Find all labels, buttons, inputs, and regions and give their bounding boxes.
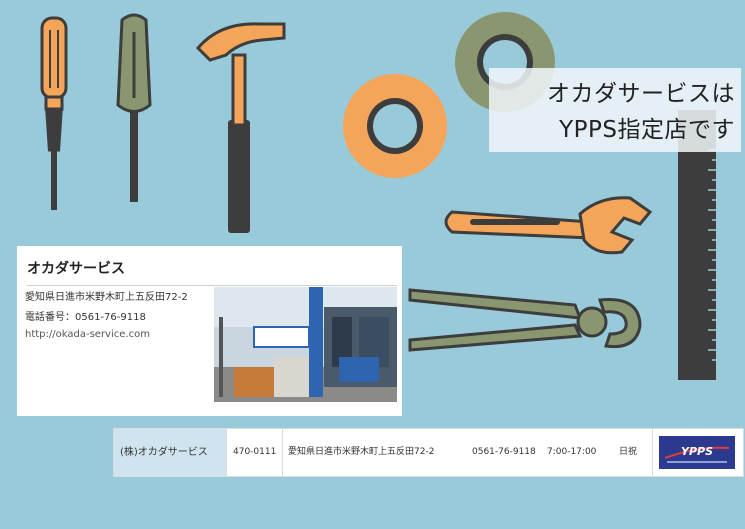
- shop-card: オカダサービス 愛知県日進市米野木町上五反田72-2 電話番号：0561-76-…: [17, 246, 402, 416]
- table-cell-phone: 0561-76-9118: [472, 447, 536, 457]
- table-cell-postal: 470-0111: [233, 447, 277, 457]
- tape-roll-orange-icon: [343, 74, 447, 178]
- pliers-icon: [408, 288, 642, 352]
- shop-phone: 電話番号：0561-76-9118: [25, 312, 146, 323]
- table-cell-hours: 7:00-17:00: [547, 447, 597, 457]
- wrench-icon: [444, 196, 653, 255]
- screwdriver-orange-icon: [40, 16, 68, 210]
- hammer-icon: [195, 22, 286, 233]
- headline-line-1: オカダサービスは: [547, 81, 735, 107]
- table-cell-closed: 日祝: [619, 447, 638, 457]
- ypps-logo-text: YPPS: [681, 445, 713, 458]
- screwdriver-green-icon: [116, 13, 152, 202]
- shop-photo: [214, 287, 397, 402]
- shop-table-row: (株)オカダサービス 470-0111 愛知県日進市米野木町上五反田72-2 0…: [113, 428, 744, 477]
- ypps-headline: オカダサービスは YPPS指定店です: [489, 68, 741, 152]
- shop-url-link[interactable]: http://okada-service.com: [25, 329, 150, 340]
- shop-address: 愛知県日進市米野木町上五反田72-2: [25, 292, 188, 303]
- table-cell-address: 愛知県日進市米野木町上五反田72-2: [288, 447, 435, 457]
- table-cell-name: (株)オカダサービス: [114, 429, 226, 476]
- headline-line-2: YPPS指定店です: [559, 117, 735, 143]
- shop-card-title: オカダサービス: [27, 258, 397, 286]
- ypps-logo: YPPS: [659, 436, 735, 469]
